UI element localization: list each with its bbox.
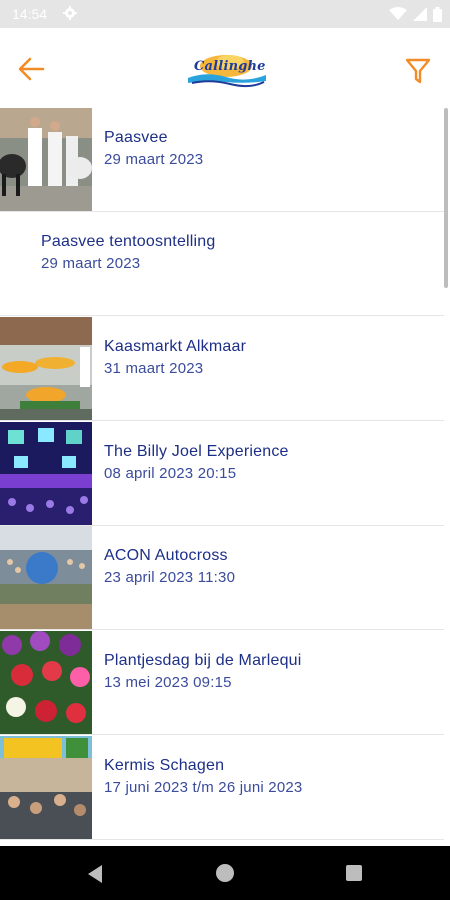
flowers-photo bbox=[0, 631, 92, 734]
logo-text: Callinghe bbox=[194, 59, 266, 74]
event-list-item[interactable]: Kermis Schagen 17 juni 2023 t/m 26 juni … bbox=[0, 736, 444, 840]
status-time: 14:54 bbox=[12, 6, 48, 22]
event-list-item[interactable]: Paasvee tentoosntelling 29 maart 2023 bbox=[0, 212, 444, 316]
nav-back-icon[interactable] bbox=[86, 864, 104, 884]
app-bar: Callinghe bbox=[0, 28, 450, 108]
event-date: 31 maart 2023 bbox=[104, 360, 204, 377]
cattle-show-photo bbox=[0, 108, 92, 211]
back-arrow-icon[interactable] bbox=[16, 56, 46, 82]
event-list-item[interactable]: The Billy Joel Experience 08 april 2023 … bbox=[0, 422, 444, 526]
cheese-market-photo bbox=[0, 317, 92, 420]
event-date: 17 juni 2023 t/m 26 juni 2023 bbox=[104, 779, 303, 796]
wifi-icon bbox=[389, 7, 407, 20]
event-title: Paasvee tentoosntelling bbox=[41, 233, 216, 250]
event-list-item[interactable]: ACON Autocross 23 april 2023 11:30 bbox=[0, 526, 444, 630]
system-icons bbox=[389, 6, 442, 22]
event-title: Kermis Schagen bbox=[104, 757, 225, 774]
settings-gear-icon bbox=[63, 6, 77, 20]
event-title: Plantjesdag bij de Marlequi bbox=[104, 652, 302, 669]
signal-icon bbox=[413, 7, 427, 21]
event-list-item[interactable]: Paasvee 29 maart 2023 bbox=[0, 108, 444, 212]
event-list-item[interactable]: Kaasmarkt Alkmaar 31 maart 2023 bbox=[0, 317, 444, 421]
event-date: 23 april 2023 11:30 bbox=[104, 569, 236, 586]
event-title: Paasvee bbox=[104, 129, 168, 146]
event-list[interactable]: Paasvee 29 maart 2023 Paasvee tentoosnte… bbox=[0, 108, 450, 846]
battery-icon bbox=[433, 6, 442, 22]
event-date: 08 april 2023 20:15 bbox=[104, 465, 237, 482]
status-bar: 14:54 bbox=[0, 0, 450, 28]
event-title: Kaasmarkt Alkmaar bbox=[104, 338, 247, 355]
autocross-crowd-photo bbox=[0, 526, 92, 629]
funfair-photo bbox=[0, 736, 92, 839]
event-list-item[interactable]: Plantjesdag bij de Marlequi 13 mei 2023 … bbox=[0, 631, 444, 735]
event-title: The Billy Joel Experience bbox=[104, 443, 289, 460]
concert-stage-photo bbox=[0, 422, 92, 525]
event-title: ACON Autocross bbox=[104, 547, 228, 564]
event-date: 13 mei 2023 09:15 bbox=[104, 674, 232, 691]
nav-home-icon[interactable] bbox=[216, 864, 234, 882]
event-date: 29 maart 2023 bbox=[41, 255, 141, 272]
filter-icon[interactable] bbox=[404, 56, 432, 86]
callinghe-logo: Callinghe bbox=[186, 54, 268, 88]
list-scrollbar[interactable] bbox=[444, 108, 448, 288]
nav-recents-icon[interactable] bbox=[346, 865, 362, 881]
system-navigation-bar bbox=[0, 846, 450, 900]
event-date: 29 maart 2023 bbox=[104, 151, 204, 168]
